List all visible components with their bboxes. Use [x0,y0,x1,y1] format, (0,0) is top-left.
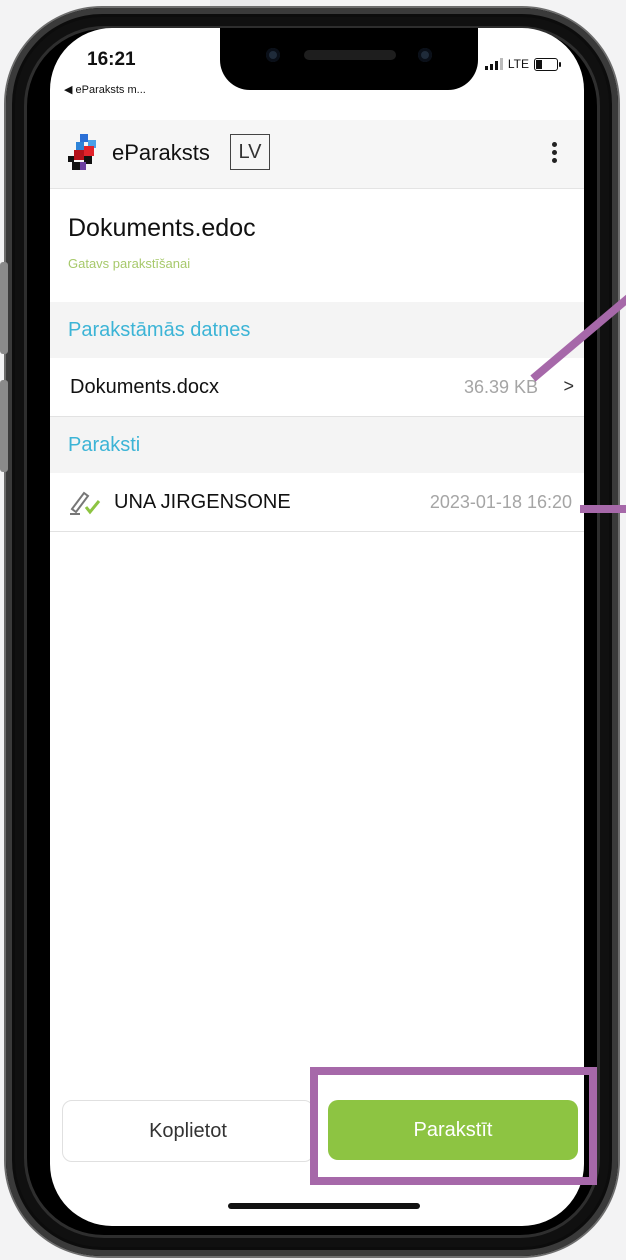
phone-screen: 16:21 ◀ eParaksts m... LTE eParaksts LV … [50,28,584,1226]
chevron-right-icon: > [563,376,574,396]
country-badge: LV [230,134,270,170]
signer-name: UNA JIRGENSONE [114,491,291,513]
sign-button-highlight [310,1067,597,1185]
home-indicator [228,1203,420,1209]
camera-icon [418,48,432,62]
document-title: Dokuments.edoc [68,214,256,242]
signatures-section-header: Paraksti [50,417,584,473]
status-time: 16:21 [87,49,136,70]
signature-timestamp: 2023-01-18 16:20 [429,492,572,512]
volume-button [0,262,8,354]
share-button[interactable]: Koplietot [62,1100,314,1162]
more-menu-icon[interactable] [552,142,558,166]
file-row[interactable]: Dokuments.docx 36.39 KB > [50,358,584,417]
volume-button [0,380,8,472]
back-to-app-link[interactable]: ◀ eParaksts m... [64,83,146,96]
signature-row[interactable]: UNA JIRGENSONE 2023-01-18 16:20 [50,473,584,532]
files-section-heading: Parakstāmās datnes [68,319,251,341]
brand-name: eParaksts [112,140,210,165]
files-section-header: Parakstāmās datnes [50,302,584,358]
app-header: eParaksts LV [50,120,584,189]
camera-icon [266,48,280,62]
file-name: Dokuments.docx [70,376,219,398]
signatures-section-heading: Paraksti [68,434,141,456]
document-status: Gatavs parakstīšanai [68,256,191,271]
eparaksts-logo-icon [68,134,96,170]
battery-icon [534,57,561,71]
status-indicators: LTE [484,57,561,71]
notch [220,28,478,90]
signature-valid-icon [70,491,101,515]
file-size: 36.39 KB [463,377,538,397]
speaker [304,50,396,60]
network-label: LTE [507,57,529,71]
signal-icon [484,58,503,70]
